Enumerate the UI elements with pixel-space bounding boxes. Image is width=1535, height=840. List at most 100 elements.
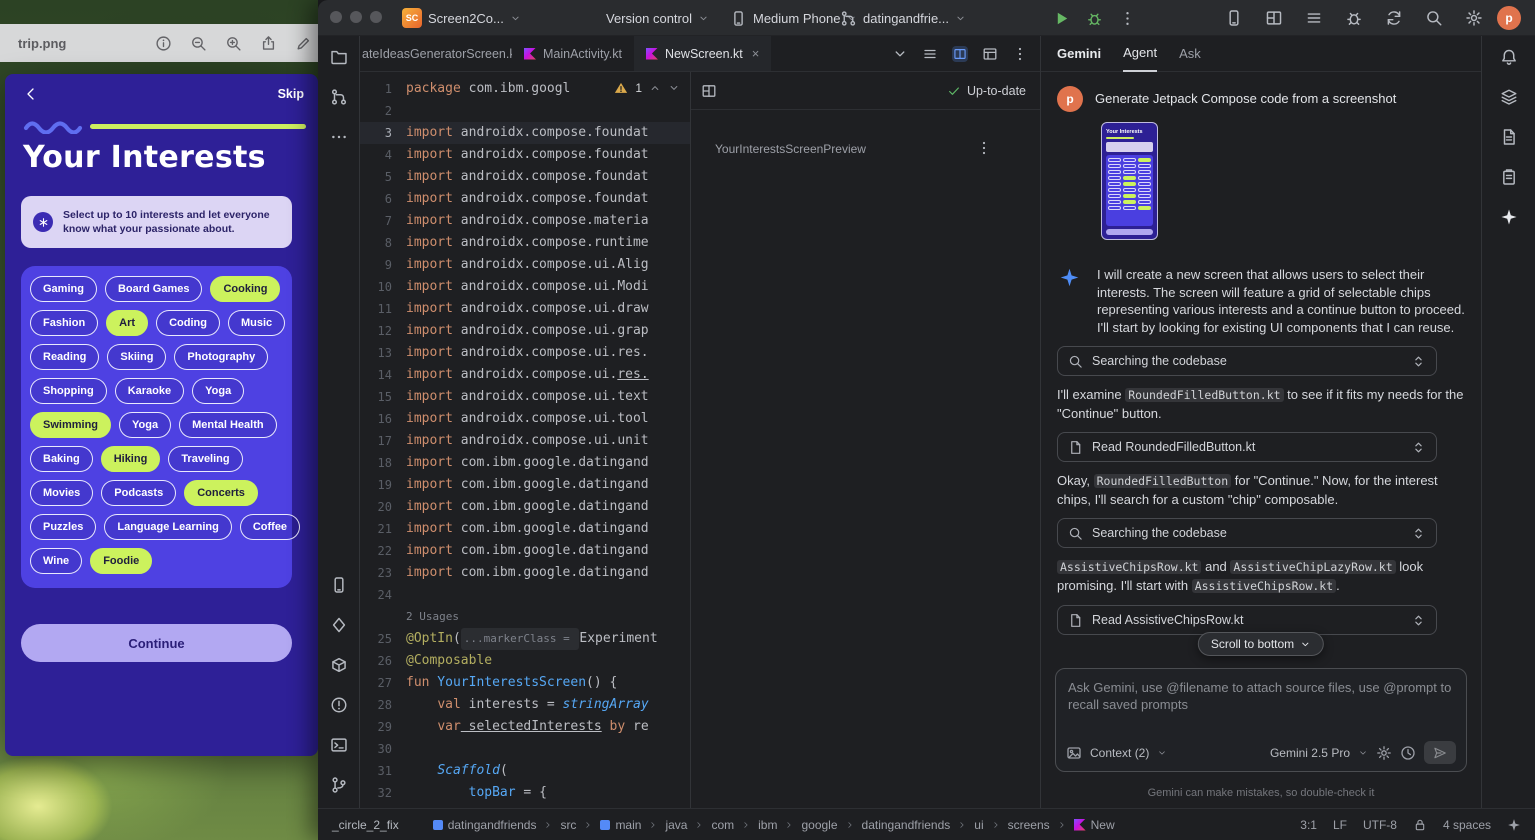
breadcrumb-item-java[interactable]: java <box>665 818 687 832</box>
breadcrumb-item-src[interactable]: src <box>560 818 576 832</box>
chip-coffee[interactable]: Coffee <box>240 514 300 540</box>
zoom-window-button[interactable] <box>370 11 382 23</box>
continue-button[interactable]: Continue <box>21 624 292 662</box>
chip-puzzles[interactable]: Puzzles <box>30 514 96 540</box>
code-line[interactable]: 4import androidx.compose.foundat <box>360 144 690 166</box>
expand-icon[interactable] <box>1411 440 1426 455</box>
chip-karaoke[interactable]: Karaoke <box>115 378 184 404</box>
model-selector[interactable]: Gemini 2.5 Pro <box>1270 746 1350 760</box>
settings-gear-icon[interactable] <box>1465 9 1483 27</box>
breadcrumb-item-screens[interactable]: screens <box>1008 818 1050 832</box>
expand-icon[interactable] <box>1411 354 1426 369</box>
status-widget[interactable]: LF <box>1333 818 1347 832</box>
chip-reading[interactable]: Reading <box>30 344 99 370</box>
chip-baking[interactable]: Baking <box>30 446 93 472</box>
context-selector[interactable]: Context (2) <box>1090 746 1149 760</box>
ai-sparkle-icon[interactable] <box>1507 818 1521 832</box>
code-line[interactable]: 2 <box>360 100 690 122</box>
chip-gaming[interactable]: Gaming <box>30 276 97 302</box>
window-grid-icon[interactable] <box>1265 9 1283 27</box>
chip-swimming[interactable]: Swimming <box>30 412 111 438</box>
smartphone-icon[interactable] <box>1225 9 1243 27</box>
run-configuration[interactable]: datingandfrie... <box>840 0 966 36</box>
breadcrumb-item-datingandfriends[interactable]: datingandfriends <box>433 818 537 832</box>
chip-mental-health[interactable]: Mental Health <box>179 412 277 438</box>
code-line[interactable]: 5import androidx.compose.foundat <box>360 166 690 188</box>
chip-shopping[interactable]: Shopping <box>30 378 107 404</box>
chip-wine[interactable]: Wine <box>30 548 82 574</box>
code-line[interactable]: 20import com.ibm.google.datingand <box>360 496 690 518</box>
smartphone-icon[interactable] <box>330 576 348 594</box>
code-line[interactable]: 21import com.ibm.google.datingand <box>360 518 690 540</box>
terminal-icon[interactable] <box>330 736 348 754</box>
tab-mainactivity[interactable]: MainActivity.kt <box>512 36 634 71</box>
inspections-widget[interactable]: 1 <box>610 80 684 96</box>
chip-skiing[interactable]: Skiing <box>107 344 166 370</box>
code-line[interactable]: 26@Composable <box>360 650 690 672</box>
code-line[interactable]: 11import androidx.compose.ui.draw <box>360 298 690 320</box>
vcs-widget[interactable]: Version control <box>606 0 709 36</box>
code-line[interactable]: 28 val interests = stringArray <box>360 694 690 716</box>
gemini-sparkle-icon[interactable] <box>1500 208 1518 226</box>
code-line[interactable]: 16import androidx.compose.ui.tool <box>360 408 690 430</box>
code-line[interactable]: 29 var selectedInterests by re <box>360 716 690 738</box>
clipboard-icon[interactable] <box>1500 168 1518 186</box>
edit-pencil-icon[interactable] <box>295 35 312 52</box>
chip-hiking[interactable]: Hiking <box>101 446 161 472</box>
tab-dateideasgeneratorscreen[interactable]: ateIdeasGeneratorScreen.kt <box>360 36 512 71</box>
code-editor[interactable]: 1package com.ibm.googl23import androidx.… <box>360 72 690 808</box>
split-view-icon[interactable] <box>952 46 968 62</box>
breadcrumb-item-ibm[interactable]: ibm <box>758 818 777 832</box>
chip-yoga[interactable]: Yoga <box>119 412 171 438</box>
code-line[interactable]: 2 Usages <box>360 606 690 628</box>
code-line[interactable]: 8import androidx.compose.runtime <box>360 232 690 254</box>
diamond-icon[interactable] <box>330 616 348 634</box>
code-line[interactable]: 27fun YourInterestsScreen() { <box>360 672 690 694</box>
info-circle-icon[interactable] <box>155 35 172 52</box>
notifications-bell-icon[interactable] <box>1500 48 1518 66</box>
commit-graph-icon[interactable] <box>330 88 348 106</box>
zoom-in-icon[interactable] <box>225 35 242 52</box>
breadcrumb-item-datingandfriends[interactable]: datingandfriends <box>862 818 951 832</box>
chip-traveling[interactable]: Traveling <box>168 446 242 472</box>
status-widget[interactable]: 4 spaces <box>1443 818 1491 832</box>
chip-photography[interactable]: Photography <box>174 344 268 370</box>
package-box-icon[interactable] <box>330 656 348 674</box>
breadcrumb-item-ui[interactable]: ui <box>974 818 983 832</box>
sync-arrows-icon[interactable] <box>1385 9 1403 27</box>
design-view-icon[interactable] <box>982 46 998 62</box>
user-avatar[interactable]: p <box>1497 6 1521 30</box>
zoom-out-icon[interactable] <box>190 35 207 52</box>
device-selector[interactable]: Medium Phone <box>730 0 857 36</box>
expand-icon[interactable] <box>1411 526 1426 541</box>
chip-foodie[interactable]: Foodie <box>90 548 152 574</box>
code-line[interactable]: 30 <box>360 738 690 760</box>
code-line[interactable]: 10import androidx.compose.ui.Modi <box>360 276 690 298</box>
image-attach-icon[interactable] <box>1066 745 1082 761</box>
breadcrumb-item-google[interactable]: google <box>801 818 837 832</box>
tab-ask[interactable]: Ask <box>1179 36 1201 72</box>
tool-call-card[interactable]: Read AssistiveChipsRow.kt <box>1057 605 1437 635</box>
next-warning-icon[interactable] <box>668 82 680 94</box>
code-line[interactable]: 13import androidx.compose.ui.res. <box>360 342 690 364</box>
status-widget[interactable]: UTF-8 <box>1363 818 1397 832</box>
code-line[interactable]: 25@OptIn(...markerClass = Experiment <box>360 628 690 650</box>
breadcrumb-item-new[interactable]: New <box>1074 818 1115 832</box>
code-line[interactable]: 31 Scaffold( <box>360 760 690 782</box>
chip-music[interactable]: Music <box>228 310 285 336</box>
run-play-button[interactable] <box>1053 10 1070 27</box>
code-line[interactable]: 23import com.ibm.google.datingand <box>360 562 690 584</box>
breadcrumb-item-main[interactable]: main <box>600 818 641 832</box>
git-branch-name[interactable]: _circle_2_fix <box>332 818 399 832</box>
prev-warning-icon[interactable] <box>649 82 661 94</box>
tool-call-card[interactable]: Searching the codebase <box>1057 518 1437 548</box>
skip-button[interactable]: Skip <box>278 87 304 101</box>
code-line[interactable]: 17import androidx.compose.ui.unit <box>360 430 690 452</box>
search-icon[interactable] <box>1425 9 1443 27</box>
attachment-thumbnail[interactable]: Your Interests <box>1101 122 1158 240</box>
tabs-dropdown-icon[interactable] <box>892 46 908 62</box>
history-clock-icon[interactable] <box>1400 745 1416 761</box>
debug-bug-button[interactable] <box>1086 10 1103 27</box>
code-line[interactable]: 32 topBar = { <box>360 782 690 804</box>
status-widget[interactable]: 3:1 <box>1300 818 1317 832</box>
